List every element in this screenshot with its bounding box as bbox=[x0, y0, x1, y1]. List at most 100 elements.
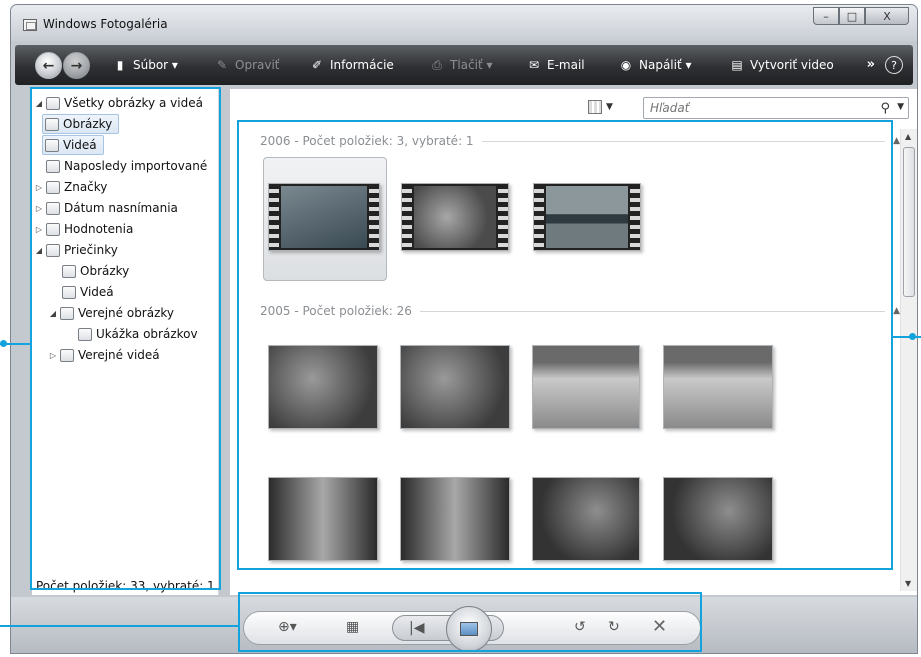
playback-controls: ⊕▾ ▦ |◀ ▶| ↺ ↻ ✕ bbox=[243, 606, 701, 652]
tree-item-label: Obrázky bbox=[80, 264, 130, 278]
app-window: Windows Fotogaléria – □ X ← → ▮ Súbor ▾ … bbox=[10, 4, 918, 654]
group-label: 2005 - Počet položiek: 26 bbox=[260, 304, 412, 318]
ratings-icon bbox=[46, 222, 60, 236]
callout-dot-left bbox=[0, 340, 7, 347]
photo-thumbnail-forest[interactable] bbox=[400, 477, 510, 561]
maximize-button[interactable]: □ bbox=[839, 7, 865, 25]
thumbnail-pane: ▼ ⚲ ▼ 2006 - Počet položiek: 3, vybraté:… bbox=[230, 89, 917, 595]
video-thumbnail-butterfly[interactable] bbox=[401, 183, 509, 251]
expand-arrow-icon[interactable]: ▷ bbox=[34, 183, 44, 192]
back-button[interactable]: ← bbox=[35, 52, 62, 79]
video-thumbnail-lake[interactable] bbox=[533, 183, 641, 251]
tree-item-label: Verejné videá bbox=[78, 348, 160, 362]
scroll-down-icon[interactable]: ▼ bbox=[905, 579, 911, 588]
photo-thumbnail-desert[interactable] bbox=[532, 345, 640, 429]
photo-thumbnail-forest[interactable] bbox=[268, 477, 378, 561]
grid-view-button[interactable]: ▦ bbox=[346, 619, 359, 635]
tree-item-label: Videá bbox=[80, 285, 114, 299]
tree-item-folders[interactable]: ◢ Priečinky bbox=[34, 240, 118, 260]
print-menu-button[interactable]: ⎙ Tlačiť ▾ bbox=[430, 58, 492, 72]
fix-button[interactable]: ✎ Opraviť bbox=[215, 58, 280, 72]
expand-arrow-icon[interactable]: ▷ bbox=[34, 225, 44, 234]
search-field[interactable]: ⚲ ▼ bbox=[643, 97, 909, 119]
file-menu-button[interactable]: ▮ Súbor ▾ bbox=[113, 58, 178, 72]
make-movie-label: Vytvoriť video bbox=[750, 58, 834, 72]
photo-thumbnail-leaves[interactable] bbox=[268, 345, 378, 429]
tree-item-public-videos[interactable]: ▷ Verejné videá bbox=[48, 345, 160, 365]
expand-arrow-icon[interactable]: ◢ bbox=[48, 309, 58, 318]
previous-button[interactable]: |◀ bbox=[409, 620, 424, 636]
tags-icon bbox=[46, 180, 60, 194]
close-button[interactable]: X bbox=[865, 7, 909, 25]
thumbnail-image bbox=[414, 186, 496, 248]
video-thumbnail-dog[interactable] bbox=[268, 183, 380, 251]
rotate-right-button[interactable]: ↻ bbox=[608, 619, 620, 635]
tree-item-date-taken[interactable]: ▷ Dátum nasnímania bbox=[34, 198, 178, 218]
tree-item-pictures[interactable]: Obrázky bbox=[42, 114, 120, 134]
burn-menu-button[interactable]: ◉ Napáliť ▾ bbox=[619, 58, 692, 72]
forward-button[interactable]: → bbox=[63, 52, 90, 79]
fix-icon: ✎ bbox=[216, 58, 228, 72]
rotate-left-button[interactable]: ↺ bbox=[574, 619, 586, 635]
group-divider bbox=[481, 140, 886, 142]
pictures-folder-icon bbox=[62, 264, 76, 278]
tree-item-label: Ukážka obrázkov bbox=[96, 327, 198, 341]
file-menu-label: Súbor ▾ bbox=[133, 58, 178, 72]
expand-arrow-icon[interactable]: ▷ bbox=[48, 351, 58, 360]
burn-icon: ◉ bbox=[620, 58, 632, 72]
info-button[interactable]: ✐ Informácie bbox=[310, 58, 394, 72]
tree-item-recently-imported[interactable]: Naposledy importované bbox=[44, 156, 207, 176]
view-mode-button[interactable]: ▼ bbox=[588, 99, 620, 115]
view-mode-icon bbox=[588, 100, 602, 114]
tree-item-public-pictures[interactable]: ◢ Verejné obrázky bbox=[48, 303, 174, 323]
navigation-pane: ◢ Všetky obrázky a videá Obrázky Videá N… bbox=[32, 89, 219, 595]
slideshow-button[interactable] bbox=[446, 606, 492, 652]
email-button[interactable]: ✉ E-mail bbox=[527, 58, 585, 72]
tree-item-pictures-folder[interactable]: Obrázky bbox=[60, 261, 129, 281]
tree-item-label: Priečinky bbox=[64, 243, 118, 257]
thumbnail-image bbox=[546, 186, 628, 248]
help-button[interactable]: ? bbox=[885, 56, 903, 74]
tree-item-tags[interactable]: ▷ Značky bbox=[34, 177, 107, 197]
scrollbar-thumb[interactable] bbox=[903, 147, 915, 297]
photo-thumbnail-desert[interactable] bbox=[663, 345, 773, 429]
tree-item-videos[interactable]: Videá bbox=[42, 135, 104, 155]
scroll-up-icon[interactable]: ▲ bbox=[905, 132, 911, 141]
zoom-button[interactable]: ⊕▾ bbox=[278, 619, 297, 635]
collapse-group-icon[interactable]: ▲ bbox=[893, 306, 900, 316]
pictures-icon bbox=[45, 117, 59, 131]
tree-item-label: Značky bbox=[64, 180, 108, 194]
expand-arrow-icon[interactable]: ◢ bbox=[34, 99, 44, 108]
minimize-button[interactable]: – bbox=[813, 7, 839, 25]
search-icon[interactable]: ⚲ bbox=[880, 101, 890, 116]
group-header-2005[interactable]: 2005 - Počet položiek: 26 ▲ bbox=[260, 303, 900, 319]
group-divider bbox=[419, 310, 886, 312]
vertical-scrollbar[interactable]: ▲ ▼ bbox=[900, 129, 917, 591]
tree-item-label: Naposledy importované bbox=[64, 159, 208, 173]
tree-item-videos-folder[interactable]: Videá bbox=[60, 282, 114, 302]
expand-arrow-icon[interactable]: ◢ bbox=[34, 246, 44, 255]
command-bar: ← → ▮ Súbor ▾ ✎ Opraviť ✐ Informácie ⎙ T… bbox=[15, 45, 913, 85]
group-header-2006[interactable]: 2006 - Počet položiek: 3, vybraté: 1 ▲ bbox=[260, 133, 900, 149]
info-label: Informácie bbox=[330, 58, 394, 72]
collapse-group-icon[interactable]: ▲ bbox=[893, 136, 900, 146]
thumbnail-image bbox=[281, 186, 367, 248]
tree-item-sample-pictures[interactable]: Ukážka obrázkov bbox=[76, 324, 198, 344]
tree-item-all-photos-videos[interactable]: ◢ Všetky obrázky a videá bbox=[34, 93, 203, 113]
more-commands-button[interactable]: » bbox=[867, 57, 875, 72]
sample-pictures-icon bbox=[78, 327, 92, 341]
photo-thumbnail-leaves[interactable] bbox=[400, 345, 510, 429]
window-title: Windows Fotogaléria bbox=[43, 17, 168, 31]
file-icon: ▮ bbox=[116, 58, 124, 72]
search-dropdown-icon[interactable]: ▼ bbox=[897, 102, 904, 112]
movie-icon: ▤ bbox=[731, 58, 743, 72]
expand-arrow-icon[interactable]: ▷ bbox=[34, 204, 44, 213]
delete-button[interactable]: ✕ bbox=[652, 616, 667, 637]
callout-pointer-right bbox=[893, 336, 921, 338]
photo-thumbnail-flowers[interactable] bbox=[663, 477, 773, 561]
photo-thumbnail-flowers[interactable] bbox=[532, 477, 640, 561]
make-movie-button[interactable]: ▤ Vytvoriť video bbox=[730, 58, 834, 72]
tree-item-ratings[interactable]: ▷ Hodnotenia bbox=[34, 219, 133, 239]
search-input[interactable] bbox=[644, 98, 854, 118]
callout-dot-right bbox=[909, 333, 916, 340]
